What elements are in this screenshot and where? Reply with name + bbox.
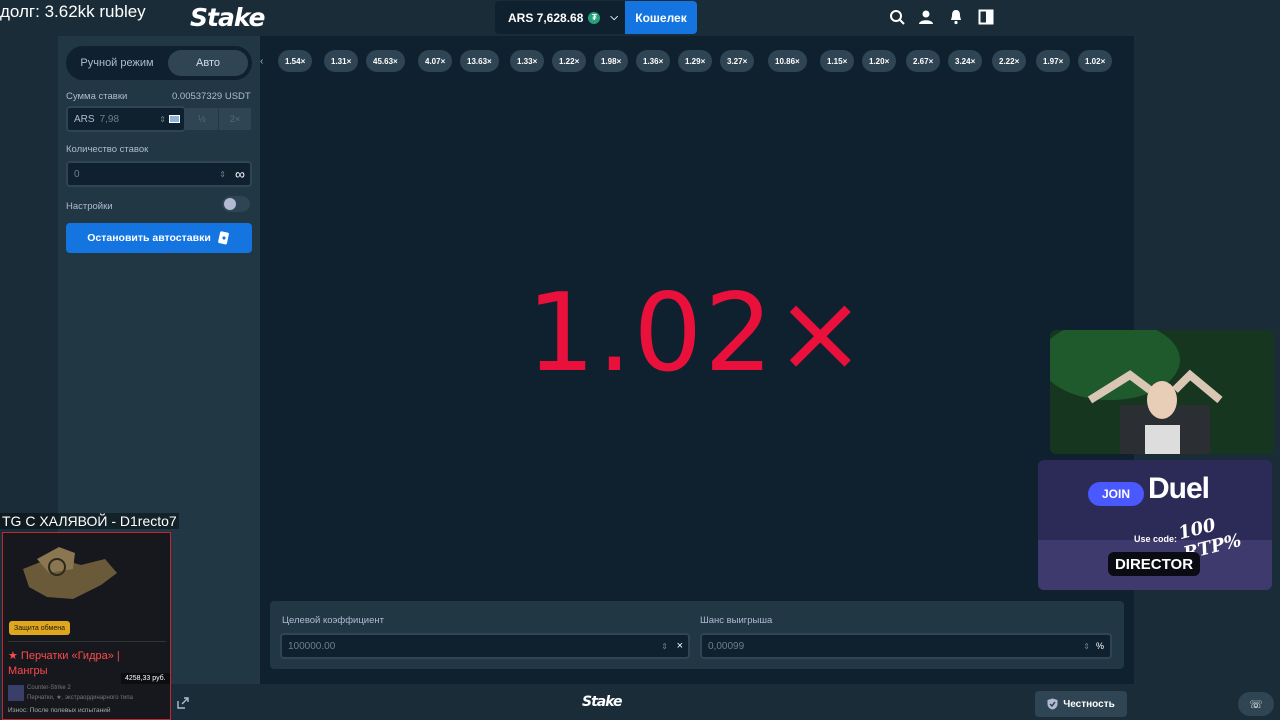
popout-icon[interactable] [177, 697, 189, 709]
cards-icon [217, 231, 229, 245]
history-chip[interactable]: 1.20× [862, 50, 897, 72]
headset-icon[interactable]: ☏ [1238, 692, 1274, 716]
skin-price: 4258,33 руб. [121, 673, 170, 684]
chevron-down-icon: ⌵ [610, 12, 618, 23]
history-chip[interactable]: 13.63× [460, 50, 499, 72]
stepper-icon[interactable]: ⇕ [661, 642, 668, 651]
half-button[interactable]: ½ [186, 108, 218, 130]
history-chip[interactable]: 1.02× [1078, 50, 1113, 72]
fairness-label: Честность [1063, 698, 1115, 710]
infinity-icon[interactable]: ∞ [235, 166, 245, 182]
stake-logo[interactable]: Stake [190, 3, 266, 32]
webcam-overlay [1050, 330, 1274, 454]
use-code-label: Use code: [1134, 534, 1178, 544]
user-icon[interactable] [918, 9, 934, 25]
history-chip[interactable]: 3.24× [948, 50, 983, 72]
game-area: ‹ 1.54× 1.31× 45.63× 4.07× 13.63× 1.33× 1.22× 1… [260, 36, 1134, 684]
search-icon[interactable] [889, 9, 905, 25]
duel-promo: JOIN Duel 100 RTP% Use code: DIRECTOR [1038, 460, 1272, 590]
target-multiplier-input[interactable]: 100000.00 ⇕ × [280, 633, 690, 659]
streamer-image [1050, 330, 1274, 454]
footer-stake-logo: Stake [582, 694, 623, 710]
balance-amount: ARS 7,628.68 [508, 10, 584, 25]
toggle-knob [224, 198, 236, 210]
win-chance-input[interactable]: 0,00099 ⇕ % [700, 633, 1112, 659]
bet-currency: ARS [74, 113, 95, 125]
shield-check-icon [1047, 698, 1058, 710]
history-chip[interactable]: 1.15× [820, 50, 855, 72]
win-chance-value: 0,00099 [708, 640, 745, 652]
percent-icon: % [1095, 641, 1104, 651]
bet-amount-label: Сумма ставки [66, 91, 128, 102]
history-chip[interactable]: 1.33× [510, 50, 545, 72]
skin-type: Перчатки, ★, экстраординарного типа [27, 695, 133, 701]
promo-code: DIRECTOR [1108, 552, 1200, 576]
bet-amount-input[interactable]: ARS 7,98 ⇕ [66, 106, 186, 132]
footer-bar: Stake Честность ☏ [0, 684, 1280, 720]
argentina-flag-icon [169, 115, 180, 123]
manual-mode-tab[interactable]: Ручной режим [70, 50, 164, 76]
debt-overlay-text: долг: 3.62kk rubley [0, 2, 146, 21]
tether-icon: ₮ [588, 11, 601, 24]
history-chip[interactable]: 1.29× [678, 50, 713, 72]
target-multiplier-label: Целевой коэффициент [282, 615, 384, 626]
history-chip[interactable]: 1.97× [1036, 50, 1071, 72]
history-chip[interactable]: 1.54× [278, 50, 313, 72]
tg-overlay-title: TG С ХАЛЯВОЙ - D1recto7 [0, 513, 179, 529]
multiplier-display: 1.02× [526, 271, 868, 396]
history-prev-icon[interactable]: ‹ [260, 50, 270, 72]
history-chip[interactable]: 1.98× [594, 50, 629, 72]
stepper-icon[interactable]: ⇕ [1083, 642, 1090, 651]
auto-mode-tab[interactable]: Авто [168, 50, 248, 76]
stop-autobet-label: Остановить автоставки [87, 232, 211, 244]
stepper-icon[interactable]: ⇕ [159, 115, 166, 124]
join-badge: JOIN [1088, 482, 1144, 506]
multiply-icon: × [676, 640, 683, 652]
settings-label: Настройки [66, 201, 113, 212]
double-button[interactable]: 2× [219, 108, 251, 130]
sidebar-toggle-icon[interactable] [978, 9, 994, 25]
history-chip[interactable]: 1.22× [552, 50, 587, 72]
mode-toggle: Ручной режим Авто [66, 46, 252, 80]
bet-value: 7,98 [99, 113, 120, 125]
history-chip[interactable]: 2.67× [906, 50, 941, 72]
wallet-button[interactable]: Кошелек [625, 1, 697, 34]
stop-autobet-button[interactable]: Остановить автоставки [66, 223, 252, 253]
skin-game: Counter-Strike 2 [27, 685, 71, 691]
history-chip[interactable]: 1.36× [636, 50, 671, 72]
trade-protect-badge: Защита обмена [9, 621, 70, 635]
gloves-image [23, 547, 117, 599]
bet-count-value: 0 [74, 168, 80, 180]
history-chip[interactable]: 10.86× [768, 50, 807, 72]
cs2-icon [8, 685, 24, 701]
target-multiplier-value: 100000.00 [288, 640, 336, 652]
skin-card: Защита обмена ★ Перчатки «Гидра» | Мангр… [2, 532, 171, 720]
bet-amount-usdt: 0.00537329 USDT [172, 91, 251, 102]
bet-count-input[interactable]: 0 ⇕ ∞ [66, 161, 252, 187]
history-chip[interactable]: 4.07× [418, 50, 453, 72]
stepper-icon[interactable]: ⇕ [219, 170, 226, 179]
target-panel: Целевой коэффициент 100000.00 ⇕ × Шанс в… [270, 601, 1124, 669]
history-chip[interactable]: 45.63× [366, 50, 405, 72]
balance-selector[interactable]: ARS 7,628.68 ₮ ⌵ [495, 1, 625, 34]
history-chip[interactable]: 2.22× [992, 50, 1027, 72]
win-chance-label: Шанс выигрыша [700, 615, 773, 626]
settings-toggle[interactable] [222, 196, 250, 212]
history-chip[interactable]: 1.31× [324, 50, 359, 72]
divider [8, 641, 166, 642]
bet-count-label: Количество ставок [66, 144, 149, 155]
skin-name: ★ Перчатки «Гидра» | Мангры [8, 650, 120, 677]
bell-icon[interactable] [948, 9, 964, 25]
history-chip[interactable]: 3.27× [720, 50, 755, 72]
skin-wear: Износ: После полевых испытаний [8, 707, 111, 714]
duel-brand: Duel [1148, 472, 1210, 505]
fairness-button[interactable]: Честность [1035, 691, 1127, 717]
top-bar: долг: 3.62kk rubley Stake ARS 7,628.68 ₮… [0, 0, 1280, 36]
